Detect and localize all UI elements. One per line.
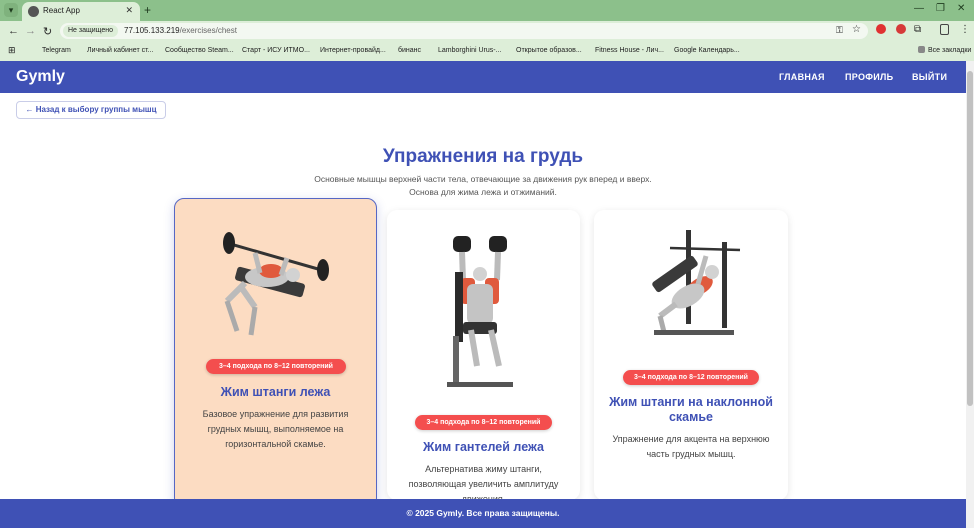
exercise-card-incline-press[interactable]: 3–4 подхода по 8–12 повторений Жим штанг… — [594, 210, 788, 500]
bookmark-open-edu[interactable]: Открытое образов... — [506, 46, 582, 54]
bookmark-lamborghini[interactable]: Lamborghini Urus-... — [428, 46, 501, 54]
kebab-menu-icon[interactable]: ⋮ — [960, 24, 970, 35]
exercise-description: Альтернатива жиму штанги, позволяющая ув… — [408, 464, 559, 500]
adblock-icon[interactable] — [896, 24, 906, 34]
star-icon[interactable]: ☆ — [852, 24, 861, 35]
exercise-title-line-2: скамье — [668, 410, 714, 424]
bookmark-icon — [77, 46, 84, 53]
browser-chrome: ▾ React App ✕ + — ❐ ✕ ← → ↻ Не защищено … — [0, 0, 974, 61]
apps-grid-icon[interactable]: ⊞ — [8, 45, 16, 56]
dumbbell-press-illustration — [447, 236, 513, 387]
itmo-icon — [232, 46, 239, 53]
footer: © 2025 Gymly. Все права защищены. — [0, 499, 966, 528]
binance-icon — [388, 46, 395, 53]
tab-title: React App — [43, 6, 80, 15]
steam-icon — [155, 46, 162, 53]
exercise-title: Жим штанги на наклонной скамье — [594, 395, 788, 425]
exercise-card-bench-press[interactable]: 3–4 подхода по 8–12 повторений Жим штанг… — [174, 198, 377, 508]
close-window-icon[interactable]: ✕ — [957, 3, 965, 14]
url-host: 77.105.133.219 — [124, 26, 180, 35]
subtitle-line-1: Основные мышцы верхней части тела, отвеч… — [314, 174, 652, 184]
exercise-title: Жим гантелей лежа — [423, 440, 544, 454]
bookmark-calendar[interactable]: Google Календарь... — [664, 46, 740, 54]
bookmark-provider[interactable]: Интернет-провайд... — [310, 46, 386, 54]
provider-icon — [310, 46, 317, 53]
extension-red-icon[interactable] — [876, 24, 886, 34]
sets-badge: 3–4 подхода по 8–12 повторений — [623, 370, 759, 385]
sets-badge: 3–4 подхода по 8–12 повторений — [206, 359, 346, 374]
bookmark-telegram[interactable]: Telegram — [32, 46, 71, 54]
barbell-bench-press-illustration — [223, 232, 329, 336]
exercise-description: Упражнение для акцента на верхнюю часть … — [612, 434, 770, 459]
bookmark-itmo[interactable]: Старт - ИСУ ИТМО... — [232, 46, 310, 54]
puzzle-icon[interactable]: ⧉ — [914, 24, 921, 35]
page-scrollbar[interactable] — [966, 61, 974, 528]
lamborghini-icon — [428, 46, 435, 53]
nav-profile[interactable]: ПРОФИЛЬ — [845, 72, 893, 82]
reload-icon[interactable]: ↻ — [43, 25, 52, 38]
subtitle-line-2: Основа для жима лежа и отжиманий. — [409, 187, 557, 197]
fitness-icon — [585, 46, 592, 53]
sets-badge: 3–4 подхода по 8–12 повторений — [415, 415, 552, 430]
calendar-icon — [664, 46, 671, 53]
folder-icon — [918, 46, 925, 53]
profile-icon[interactable] — [940, 24, 949, 35]
incline-bench-press-illustration — [652, 230, 741, 335]
bookmark-fitness[interactable]: Fitness House - Лич... — [585, 46, 664, 54]
globe-icon — [28, 6, 39, 17]
open-edu-icon — [506, 46, 513, 53]
tab-bar: ▾ React App ✕ + — ❐ ✕ — [0, 0, 974, 21]
address-bar-row: ← → ↻ Не защищено 77.105.133.219/exercis… — [0, 21, 974, 41]
key-icon[interactable]: ⚿ — [836, 25, 843, 36]
page-title: Упражнения на грудь — [382, 146, 584, 167]
page-subtitle: Основные мышцы верхней части тела, отвеч… — [0, 173, 966, 199]
bookmark-steam[interactable]: Сообщество Steam... — [155, 46, 234, 54]
nav-home[interactable]: ГЛАВНАЯ — [779, 72, 825, 82]
telegram-icon — [32, 46, 39, 53]
forward-arrow-icon[interactable]: → — [25, 25, 36, 37]
bookmark-lk[interactable]: Личный кабинет ст... — [77, 46, 153, 54]
url-bar[interactable]: Не защищено 77.105.133.219/exercises/che… — [60, 23, 868, 39]
app-header: Gymly ГЛАВНАЯ ПРОФИЛЬ ВЫЙТИ — [0, 61, 966, 93]
tab-react-app[interactable]: React App ✕ — [22, 2, 140, 21]
back-button[interactable]: ← Назад к выбору группы мышц — [16, 101, 166, 119]
minimize-icon[interactable]: — — [914, 3, 924, 14]
url-text[interactable]: 77.105.133.219/exercises/chest — [124, 26, 237, 35]
exercise-description: Базовое упражнение для развития грудных … — [202, 409, 349, 449]
not-secure-badge[interactable]: Не защищено — [63, 25, 118, 37]
bookmarks-bar: ⊞ Telegram Личный кабинет ст... Сообщест… — [0, 41, 974, 61]
all-bookmarks[interactable]: Все закладки — [918, 46, 971, 54]
new-tab-button[interactable]: + — [144, 3, 151, 17]
maximize-icon[interactable]: ❐ — [936, 3, 945, 14]
close-icon[interactable]: ✕ — [125, 5, 133, 16]
back-arrow-icon[interactable]: ← — [8, 25, 19, 37]
exercise-title: Жим штанги лежа — [220, 385, 331, 399]
tab-list-button[interactable]: ▾ — [4, 3, 18, 17]
exercise-card-dumbbell-press[interactable]: 3–4 подхода по 8–12 повторений Жим ганте… — [387, 210, 580, 500]
exercise-title-line-1: Жим штанги на наклонной — [609, 395, 773, 409]
logo[interactable]: Gymly — [16, 68, 65, 86]
bookmark-binance[interactable]: бинанс — [388, 46, 421, 54]
scrollbar-thumb[interactable] — [967, 71, 973, 406]
nav-logout[interactable]: ВЫЙТИ — [912, 72, 947, 82]
url-path: /exercises/chest — [179, 26, 237, 35]
